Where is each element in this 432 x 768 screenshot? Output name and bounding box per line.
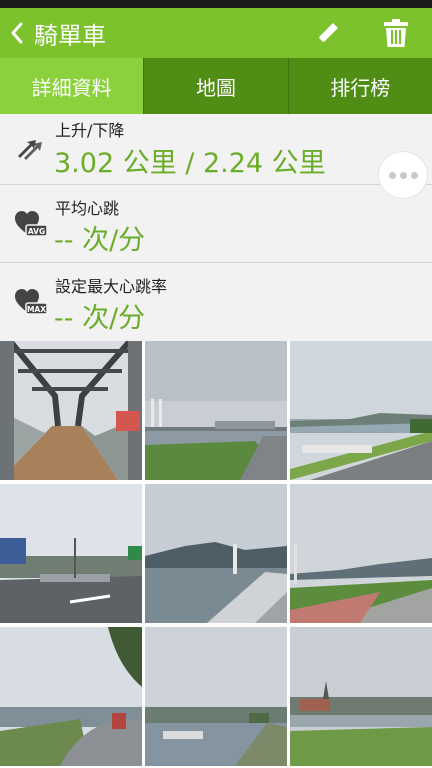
stat-value: -- 次/分 — [54, 303, 146, 334]
stat-value: 3.02 公里 / 2.24 公里 — [54, 148, 326, 179]
stat-avg-heart-rate: AVG 平均心跳 -- 次/分 — [0, 185, 432, 263]
road-intersection-photo[interactable] — [0, 484, 142, 623]
river-boats-photo[interactable] — [145, 627, 287, 766]
bike-path-grass-photo[interactable] — [290, 484, 432, 623]
more-icon-dot — [410, 171, 418, 179]
more-icon-dot — [399, 171, 407, 179]
more-options-button[interactable] — [378, 151, 428, 199]
stat-label: 上升/下降 — [55, 121, 125, 140]
tab-map[interactable]: 地圖 — [143, 58, 287, 114]
avg-badge-text: AVG — [28, 227, 45, 236]
delete-button[interactable] — [372, 8, 420, 58]
stat-value: -- 次/分 — [54, 225, 146, 256]
wetland-tower-photo[interactable] — [290, 627, 432, 766]
tab-details[interactable]: 詳細資料 — [0, 58, 144, 114]
edit-button[interactable] — [304, 8, 352, 58]
tab-leaderboard[interactable]: 排行榜 — [287, 58, 432, 114]
tab-map-label: 地圖 — [195, 75, 236, 100]
curved-path-photo[interactable] — [0, 627, 142, 766]
bike-path-river-photo[interactable] — [290, 341, 432, 480]
more-icon-dot — [388, 171, 396, 179]
max-badge-text: MAX — [27, 305, 46, 314]
app-bar: 騎單車 — [0, 8, 432, 58]
bridge-walkway-photo[interactable] — [0, 341, 142, 480]
stat-label: 平均心跳 — [55, 199, 120, 218]
tab-leaderboard-label: 排行榜 — [330, 75, 391, 100]
riverside-bridge-photo[interactable] — [145, 341, 287, 480]
river-mountains-photo[interactable] — [145, 484, 287, 623]
stat-label: 設定最大心跳率 — [55, 277, 168, 296]
stat-max-heart-rate: MAX 設定最大心跳率 -- 次/分 — [0, 263, 432, 341]
page-title: 騎單車 — [34, 21, 106, 50]
status-bar — [0, 0, 432, 8]
ascent-descent-icon — [18, 140, 42, 160]
chevron-left-icon — [11, 22, 23, 44]
tab-details-label: 詳細資料 — [31, 75, 112, 100]
heart-max-icon: MAX — [15, 289, 48, 315]
heart-avg-icon: AVG — [15, 211, 48, 237]
trash-icon — [384, 19, 408, 47]
pencil-icon — [318, 23, 338, 43]
photo-grid — [0, 341, 432, 768]
tab-bar: 詳細資料 地圖 排行榜 — [0, 58, 432, 114]
back-button[interactable] — [2, 8, 32, 58]
stat-ascent-descent: 上升/下降 3.02 公里 / 2.24 公里 — [0, 114, 432, 185]
